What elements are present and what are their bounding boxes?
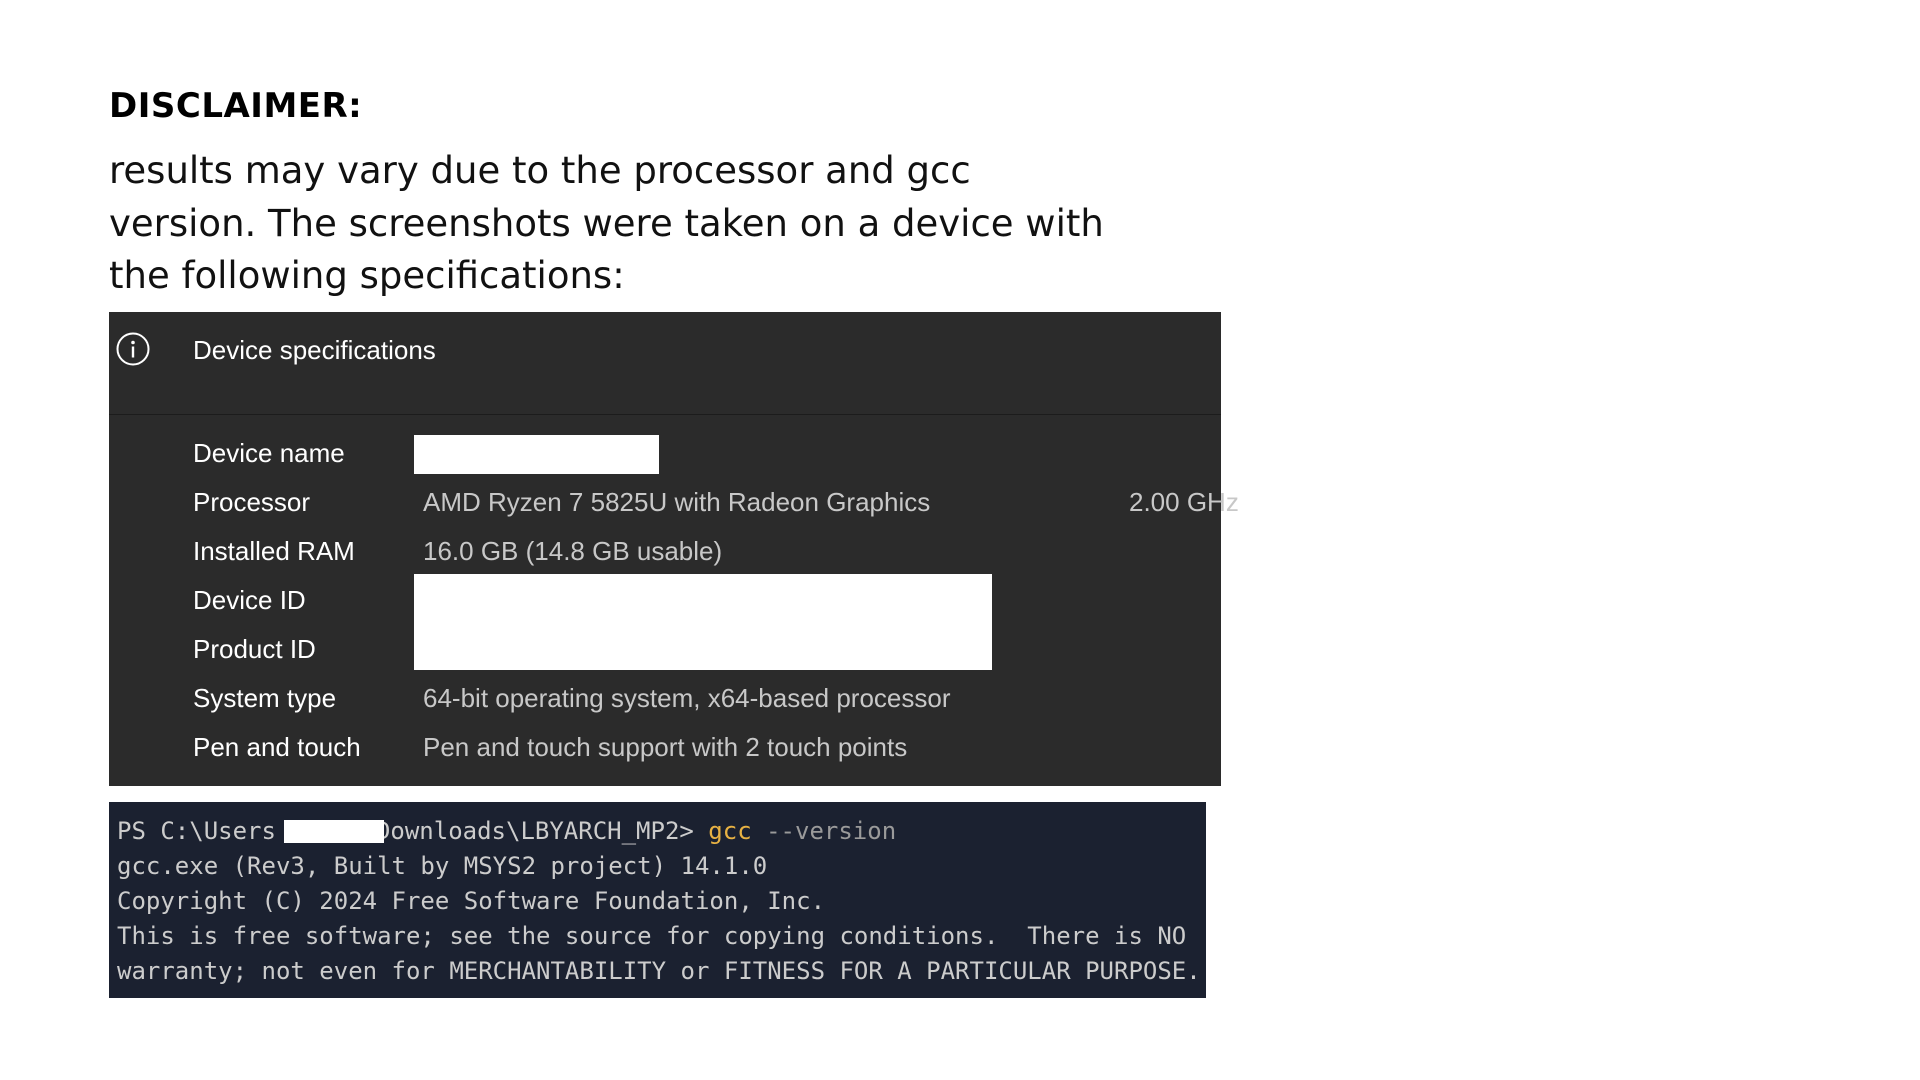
spec-value: 16.0 GB (14.8 GB usable) [423,536,723,566]
spec-row-system-type: System type 64-bit operating system, x64… [193,678,1193,718]
spec-row-pen-and-touch: Pen and touch Pen and touch support with… [193,727,1193,767]
spec-label: Pen and touch [193,732,361,762]
terminal-output-line: gcc.exe (Rev3, Built by MSYS2 project) 1… [117,852,768,880]
terminal-argument: --version [751,817,897,845]
prompt-end: Downloads\LBYARCH_MP2> [375,817,709,845]
terminal-prompt-line: PS C:\Users Downloads\LBYARCH_MP2> gcc --… [117,814,1206,849]
disclaimer-text: results may vary due to the processor an… [109,145,1169,303]
terminal-output-line: warranty; not even for MERCHANTABILITY o… [117,957,1201,985]
spec-row-processor: Processor AMD Ryzen 7 5825U with Radeon … [193,482,1239,522]
redacted-device-name [414,435,659,474]
terminal-output-line: This is free software; see the source fo… [117,922,1187,950]
terminal-output-line: Copyright (C) 2024 Free Software Foundat… [117,887,826,915]
specs-header[interactable]: Device specifications [109,312,1221,415]
disclaimer-line: the following specifications: [109,254,625,297]
specs-title: Device specifications [193,335,436,365]
spec-value: 64-bit operating system, x64-based proce… [423,683,951,713]
terminal-command: gcc [708,817,752,845]
disclaimer-line: version. The screenshots were taken on a… [109,201,1104,245]
info-icon [116,332,150,366]
spec-value: Pen and touch support with 2 touch point… [423,732,908,762]
spec-label: Device ID [193,585,306,615]
disclaimer-line: results may vary due to the processor an… [109,149,971,192]
processor-speed: 2.00 GHz [1129,487,1239,517]
spec-label: Product ID [193,634,316,664]
spec-label: System type [193,683,337,713]
redacted-username [284,820,384,843]
spec-row-device-name: Device name [193,433,1193,474]
disclaimer-heading: DISCLAIMER: [109,86,363,126]
spec-label: Device name [193,438,345,468]
spec-row-installed-ram: Installed RAM 16.0 GB (14.8 GB usable) [193,531,1193,571]
spec-value: AMD Ryzen 7 5825U with Radeon Graphics [423,487,931,517]
terminal-output: PS C:\Users Downloads\LBYARCH_MP2> gcc --… [109,802,1206,998]
device-specifications-panel: Device specifications Device name Proces… [109,312,1239,786]
redacted-ids [414,574,992,670]
spec-label: Installed RAM [193,536,355,566]
spec-label: Processor [193,487,311,517]
prompt-start: PS C:\Users [117,817,276,845]
